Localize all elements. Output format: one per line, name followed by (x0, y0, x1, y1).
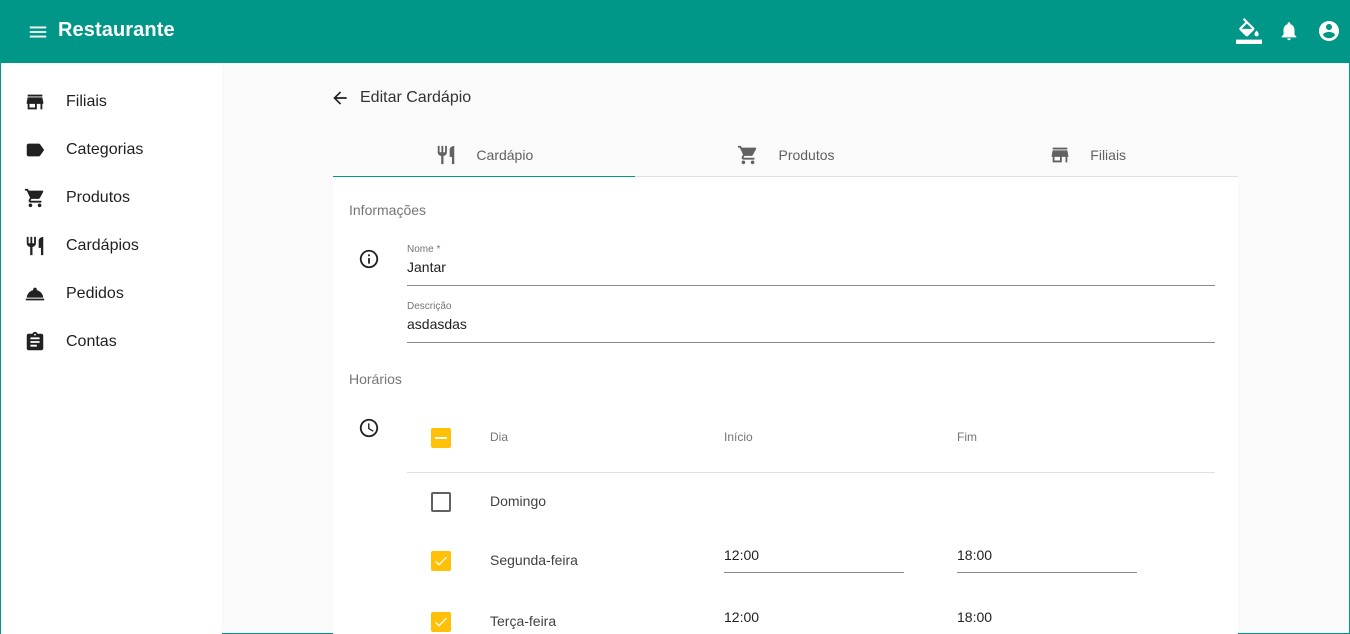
tab-bar: Cardápio Produtos Filiais (333, 133, 1238, 178)
tab-label: Cardápio (476, 147, 534, 163)
clipboard-icon (23, 330, 47, 354)
form-card: Informações Nome * Descrição Horários Di… (333, 177, 1238, 634)
start-time-input[interactable] (724, 547, 904, 563)
start-time-field (724, 603, 904, 634)
tab-cardapio[interactable]: Cardápio (333, 133, 635, 178)
main-content: Editar Cardápio Cardápio Produtos Filiai… (222, 63, 1350, 634)
sidebar-item-produtos[interactable]: Produtos (1, 174, 222, 222)
sidebar-item-label: Pedidos (66, 285, 124, 302)
table-row: Terça-feira (407, 592, 1215, 634)
end-time-field (957, 541, 1137, 573)
page-title: Editar Cardápio (360, 89, 472, 106)
app-bar: Restaurante (1, 0, 1350, 63)
day-label: Domingo (490, 493, 547, 509)
menu-icon[interactable] (25, 19, 51, 45)
column-header-end: Fim (957, 430, 977, 444)
cart-icon (736, 143, 760, 167)
name-field: Nome * (407, 244, 1215, 286)
bell-icon[interactable] (1275, 16, 1303, 46)
sidebar: Filiais Categorias Produtos Cardápios Pe… (1, 63, 222, 634)
sidebar-item-contas[interactable]: Contas (1, 318, 222, 366)
sidebar-item-filiais[interactable]: Filiais (1, 78, 222, 126)
sidebar-item-categorias[interactable]: Categorias (1, 126, 222, 174)
end-time-input[interactable] (957, 547, 1137, 563)
end-time-field (957, 603, 1137, 634)
page-header: Editar Cardápio (329, 87, 471, 109)
end-time-input[interactable] (957, 609, 1137, 625)
store-icon (23, 90, 47, 114)
day-checkbox[interactable] (431, 492, 451, 512)
day-checkbox[interactable] (431, 612, 451, 632)
day-label: Segunda-feira (490, 552, 578, 568)
sidebar-item-pedidos[interactable]: Pedidos (1, 270, 222, 318)
clock-icon (357, 416, 381, 440)
tab-label: Filiais (1090, 147, 1127, 163)
arrow-back-icon[interactable] (329, 87, 351, 109)
day-label: Terça-feira (490, 613, 557, 629)
schedule-table: Dia Início Fim Domingo Segunda-feira 12:… (407, 407, 1215, 634)
room-service-icon (23, 282, 47, 306)
start-time-field (724, 541, 904, 573)
tab-label: Produtos (778, 147, 835, 163)
app-title: Restaurante (58, 19, 175, 41)
start-time-input[interactable] (724, 609, 904, 625)
description-field-label: Descrição (407, 301, 452, 312)
sidebar-item-cardapios[interactable]: Cardápios (1, 222, 222, 270)
tab-produtos[interactable]: Produtos (635, 133, 937, 177)
tab-filiais[interactable]: Filiais (936, 133, 1238, 177)
select-all-checkbox[interactable] (431, 428, 451, 448)
store-icon (1048, 143, 1072, 167)
restaurant-icon (23, 234, 47, 258)
section-title-horarios: Horários (349, 371, 402, 387)
format-color-fill-icon[interactable] (1235, 16, 1263, 46)
sidebar-item-label: Cardápios (66, 237, 139, 254)
sidebar-item-label: Categorias (66, 141, 144, 158)
sidebar-item-label: Produtos (66, 189, 131, 206)
description-field: Descrição (407, 301, 1215, 343)
name-input[interactable] (407, 259, 1215, 275)
account-circle-icon[interactable] (1315, 16, 1343, 46)
table-row: Domingo (407, 473, 1215, 531)
section-title-informacoes: Informações (349, 202, 427, 218)
table-row: Segunda-feira (407, 531, 1215, 592)
sidebar-item-label: Contas (66, 333, 117, 350)
table-header: Dia Início Fim (407, 407, 1215, 473)
label-icon (23, 138, 47, 162)
restaurant-icon (434, 143, 458, 167)
sidebar-item-label: Filiais (66, 93, 107, 110)
day-checkbox[interactable] (431, 551, 451, 571)
cart-icon (23, 186, 47, 210)
name-field-label: Nome * (407, 244, 441, 255)
description-input[interactable] (407, 316, 1215, 332)
column-header-start: Início (724, 430, 753, 444)
column-header-day: Dia (490, 430, 509, 444)
info-icon (357, 247, 381, 271)
